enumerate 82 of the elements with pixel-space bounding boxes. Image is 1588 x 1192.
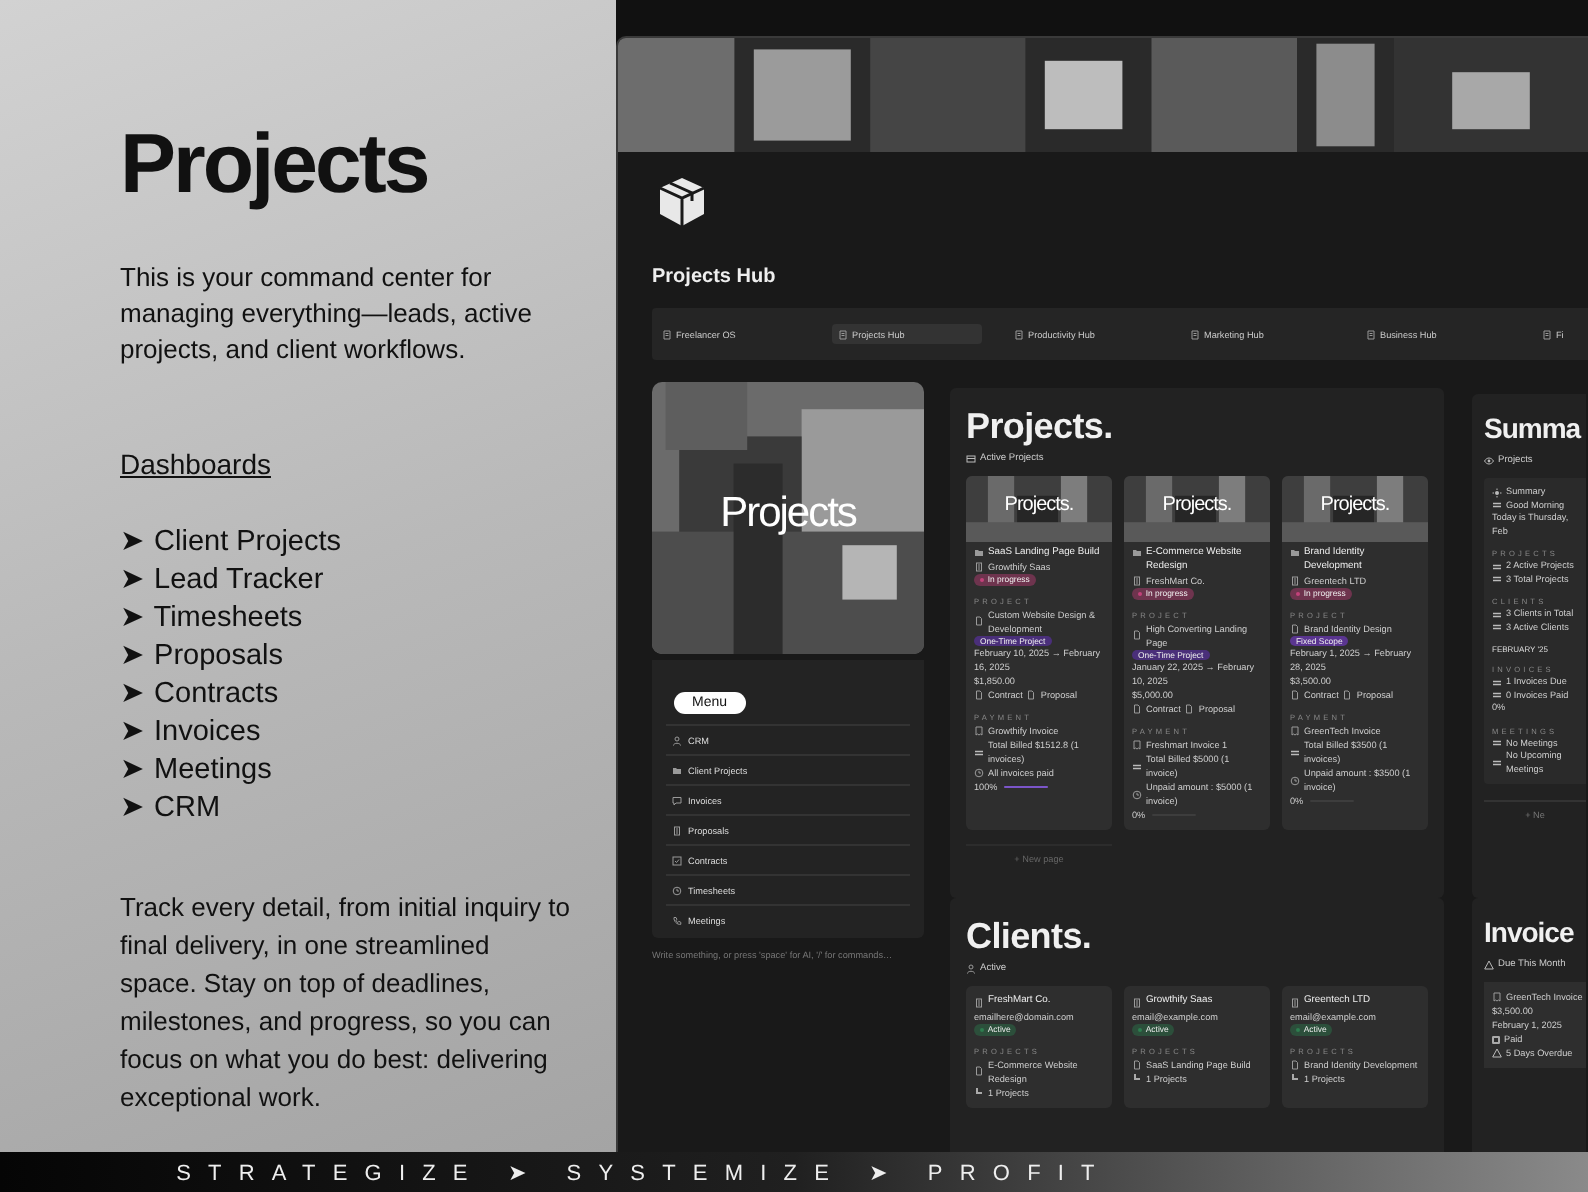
folder-icon	[974, 548, 984, 558]
intro-paragraph: This is your command center for managing everything—leads, active projects, and client workflows.	[120, 260, 534, 368]
receipt-icon	[974, 726, 984, 736]
building-icon	[1290, 576, 1300, 586]
menu-item-icon	[672, 885, 682, 895]
document-icon	[1290, 690, 1300, 700]
section-heading: Dashboards	[120, 448, 271, 480]
dashboard-list-item: ➤ Meetings	[120, 752, 274, 790]
menu-item-icon	[672, 915, 682, 925]
equals-icon	[1492, 738, 1502, 749]
menu-item-icon	[672, 855, 682, 865]
corner-icon	[1292, 1074, 1298, 1080]
cover-title: Projects	[718, 490, 859, 538]
document-icon	[974, 690, 984, 700]
building-icon	[1132, 997, 1142, 1007]
board-title: Invoice	[1484, 914, 1576, 952]
folder-icon	[1290, 548, 1300, 558]
dashboard-list-item: ➤ CRM	[120, 790, 223, 828]
project-card[interactable]	[966, 476, 1112, 830]
board-title: Projects.	[966, 404, 1115, 448]
corner-icon	[1134, 1074, 1140, 1080]
equals-icon	[1290, 747, 1300, 757]
equals-icon	[974, 747, 984, 757]
document-icon	[1184, 704, 1195, 714]
paid-checkbox[interactable]	[1492, 1035, 1500, 1043]
building-icon	[974, 562, 984, 572]
document-icon	[1290, 623, 1300, 633]
document-icon	[1132, 704, 1142, 714]
building-icon	[1290, 997, 1300, 1007]
description-paragraph: Track every detail, from initial inquiry to final delivery, in one streamlined space. Stay on top of deadlines, milestones, and progress, so you can focus on what you do best: delivering exceptional work.	[120, 890, 570, 1116]
card-image-title: Projects.	[1318, 494, 1392, 516]
dashboard-list-item: ➤ Invoices	[120, 714, 263, 752]
dashboard-list-item: ➤ Contracts	[120, 676, 281, 714]
menu-item-icon	[672, 735, 682, 745]
page-icon	[1014, 329, 1024, 339]
document-icon	[1132, 1059, 1142, 1069]
building-icon	[1132, 576, 1142, 586]
menu-item-icon	[672, 825, 682, 835]
document-icon	[1290, 1059, 1300, 1069]
dashboard-list-item: ➤ Proposals	[120, 638, 286, 676]
project-card[interactable]	[1282, 476, 1428, 830]
receipt-icon	[1492, 992, 1502, 1002]
view-icon	[966, 454, 976, 464]
card-image-title: Projects.	[1160, 494, 1234, 516]
document-icon	[1342, 690, 1353, 700]
board-title: Clients.	[966, 914, 1094, 958]
person-icon	[966, 964, 976, 974]
equals-icon	[1132, 761, 1142, 771]
page-icon	[1542, 329, 1552, 339]
document-icon	[1026, 690, 1037, 700]
warning-icon	[1484, 960, 1494, 970]
page-icon	[838, 329, 848, 339]
document-icon	[974, 616, 984, 626]
eye-icon	[1484, 456, 1494, 466]
clock-icon	[1290, 775, 1300, 785]
board-title: Summa	[1484, 410, 1584, 448]
clock-icon	[974, 768, 984, 778]
receipt-icon	[1290, 726, 1300, 736]
sun-icon	[1492, 487, 1502, 498]
corner-icon	[976, 1088, 982, 1094]
menu-item-icon	[672, 765, 682, 775]
card-image-title: Projects.	[1002, 494, 1076, 516]
folder-icon	[1132, 548, 1142, 558]
document-icon	[1132, 630, 1142, 640]
page-icon	[1366, 329, 1376, 339]
document-icon	[974, 1066, 984, 1076]
receipt-icon	[1132, 740, 1142, 750]
menu-item-icon	[672, 795, 682, 805]
clock-icon	[1132, 789, 1142, 799]
dashboard-list-item: ➤ Lead Tracker	[120, 562, 326, 600]
project-card[interactable]	[1124, 476, 1270, 830]
tagline: STRATEGIZE ➤ SYSTEMIZE ➤ PROFIT	[176, 1159, 1112, 1185]
equals-icon	[1492, 758, 1502, 768]
dashboard-list-item: ➤ Client Projects	[120, 524, 344, 562]
equals-icon	[1492, 500, 1502, 511]
page-icon	[1190, 329, 1200, 339]
page-icon	[662, 329, 672, 339]
warning-icon	[1492, 1048, 1502, 1058]
page-title: Projects Hub	[652, 266, 778, 288]
page-heading: Projects	[120, 116, 430, 212]
building-icon	[974, 997, 984, 1007]
dashboard-list-item: ➤ Timesheets	[120, 600, 305, 638]
